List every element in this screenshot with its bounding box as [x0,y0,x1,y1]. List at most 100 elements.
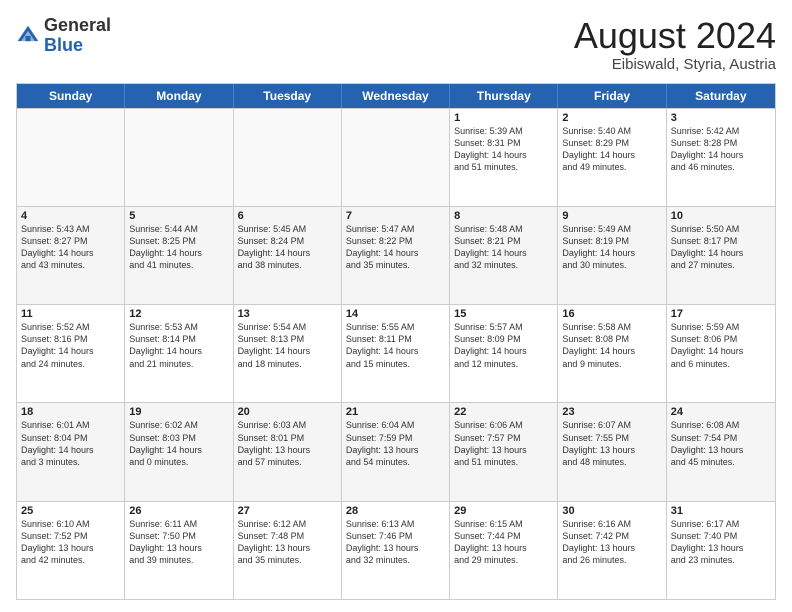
day-cell-5: 5Sunrise: 5:44 AM Sunset: 8:25 PM Daylig… [125,207,233,304]
day-cell-27: 27Sunrise: 6:12 AM Sunset: 7:48 PM Dayli… [234,502,342,599]
day-cell-28: 28Sunrise: 6:13 AM Sunset: 7:46 PM Dayli… [342,502,450,599]
day-cell-14: 14Sunrise: 5:55 AM Sunset: 8:11 PM Dayli… [342,305,450,402]
header-day-wednesday: Wednesday [342,84,450,108]
day-number: 12 [129,308,228,320]
day-number: 9 [562,210,661,222]
day-number: 25 [21,505,120,517]
day-number: 7 [346,210,445,222]
location: Eibiswald, Styria, Austria [574,56,776,73]
day-cell-25: 25Sunrise: 6:10 AM Sunset: 7:52 PM Dayli… [17,502,125,599]
day-number: 30 [562,505,661,517]
day-cell-13: 13Sunrise: 5:54 AM Sunset: 8:13 PM Dayli… [234,305,342,402]
cal-week-5: 25Sunrise: 6:10 AM Sunset: 7:52 PM Dayli… [17,501,775,599]
day-number: 16 [562,308,661,320]
day-cell-4: 4Sunrise: 5:43 AM Sunset: 8:27 PM Daylig… [17,207,125,304]
day-info: Sunrise: 5:47 AM Sunset: 8:22 PM Dayligh… [346,223,445,272]
day-number: 23 [562,406,661,418]
day-cell-29: 29Sunrise: 6:15 AM Sunset: 7:44 PM Dayli… [450,502,558,599]
day-number: 2 [562,112,661,124]
day-info: Sunrise: 6:15 AM Sunset: 7:44 PM Dayligh… [454,518,553,567]
day-cell-16: 16Sunrise: 5:58 AM Sunset: 8:08 PM Dayli… [558,305,666,402]
month-year: August 2024 [574,16,776,56]
day-info: Sunrise: 5:50 AM Sunset: 8:17 PM Dayligh… [671,223,771,272]
day-number: 21 [346,406,445,418]
day-info: Sunrise: 5:49 AM Sunset: 8:19 PM Dayligh… [562,223,661,272]
day-number: 4 [21,210,120,222]
empty-cell [17,109,125,206]
calendar: SundayMondayTuesdayWednesdayThursdayFrid… [16,83,776,600]
day-info: Sunrise: 5:52 AM Sunset: 8:16 PM Dayligh… [21,321,120,370]
day-cell-11: 11Sunrise: 5:52 AM Sunset: 8:16 PM Dayli… [17,305,125,402]
logo-general-text: General [44,15,111,35]
page: General Blue August 2024 Eibiswald, Styr… [0,0,792,612]
day-number: 8 [454,210,553,222]
day-info: Sunrise: 6:07 AM Sunset: 7:55 PM Dayligh… [562,419,661,468]
day-number: 11 [21,308,120,320]
day-number: 19 [129,406,228,418]
day-info: Sunrise: 5:48 AM Sunset: 8:21 PM Dayligh… [454,223,553,272]
day-info: Sunrise: 5:43 AM Sunset: 8:27 PM Dayligh… [21,223,120,272]
cal-week-3: 11Sunrise: 5:52 AM Sunset: 8:16 PM Dayli… [17,304,775,402]
day-info: Sunrise: 5:39 AM Sunset: 8:31 PM Dayligh… [454,125,553,174]
day-info: Sunrise: 6:08 AM Sunset: 7:54 PM Dayligh… [671,419,771,468]
cal-week-1: 1Sunrise: 5:39 AM Sunset: 8:31 PM Daylig… [17,108,775,206]
day-cell-22: 22Sunrise: 6:06 AM Sunset: 7:57 PM Dayli… [450,403,558,500]
day-info: Sunrise: 6:10 AM Sunset: 7:52 PM Dayligh… [21,518,120,567]
header-day-thursday: Thursday [450,84,558,108]
day-info: Sunrise: 5:58 AM Sunset: 8:08 PM Dayligh… [562,321,661,370]
day-info: Sunrise: 5:55 AM Sunset: 8:11 PM Dayligh… [346,321,445,370]
day-cell-30: 30Sunrise: 6:16 AM Sunset: 7:42 PM Dayli… [558,502,666,599]
day-cell-12: 12Sunrise: 5:53 AM Sunset: 8:14 PM Dayli… [125,305,233,402]
day-cell-1: 1Sunrise: 5:39 AM Sunset: 8:31 PM Daylig… [450,109,558,206]
day-number: 15 [454,308,553,320]
day-number: 27 [238,505,337,517]
day-cell-6: 6Sunrise: 5:45 AM Sunset: 8:24 PM Daylig… [234,207,342,304]
day-cell-23: 23Sunrise: 6:07 AM Sunset: 7:55 PM Dayli… [558,403,666,500]
header-day-saturday: Saturday [667,84,775,108]
day-cell-3: 3Sunrise: 5:42 AM Sunset: 8:28 PM Daylig… [667,109,775,206]
day-number: 22 [454,406,553,418]
day-cell-8: 8Sunrise: 5:48 AM Sunset: 8:21 PM Daylig… [450,207,558,304]
day-cell-21: 21Sunrise: 6:04 AM Sunset: 7:59 PM Dayli… [342,403,450,500]
cal-week-2: 4Sunrise: 5:43 AM Sunset: 8:27 PM Daylig… [17,206,775,304]
title-block: August 2024 Eibiswald, Styria, Austria [574,16,776,73]
day-cell-7: 7Sunrise: 5:47 AM Sunset: 8:22 PM Daylig… [342,207,450,304]
day-number: 29 [454,505,553,517]
day-cell-15: 15Sunrise: 5:57 AM Sunset: 8:09 PM Dayli… [450,305,558,402]
day-info: Sunrise: 6:06 AM Sunset: 7:57 PM Dayligh… [454,419,553,468]
calendar-body: 1Sunrise: 5:39 AM Sunset: 8:31 PM Daylig… [17,108,775,599]
day-cell-24: 24Sunrise: 6:08 AM Sunset: 7:54 PM Dayli… [667,403,775,500]
day-info: Sunrise: 6:12 AM Sunset: 7:48 PM Dayligh… [238,518,337,567]
day-info: Sunrise: 5:59 AM Sunset: 8:06 PM Dayligh… [671,321,771,370]
day-cell-17: 17Sunrise: 5:59 AM Sunset: 8:06 PM Dayli… [667,305,775,402]
day-info: Sunrise: 6:17 AM Sunset: 7:40 PM Dayligh… [671,518,771,567]
day-info: Sunrise: 5:44 AM Sunset: 8:25 PM Dayligh… [129,223,228,272]
day-info: Sunrise: 6:01 AM Sunset: 8:04 PM Dayligh… [21,419,120,468]
day-number: 1 [454,112,553,124]
day-info: Sunrise: 6:03 AM Sunset: 8:01 PM Dayligh… [238,419,337,468]
day-cell-31: 31Sunrise: 6:17 AM Sunset: 7:40 PM Dayli… [667,502,775,599]
day-cell-20: 20Sunrise: 6:03 AM Sunset: 8:01 PM Dayli… [234,403,342,500]
cal-week-4: 18Sunrise: 6:01 AM Sunset: 8:04 PM Dayli… [17,402,775,500]
day-number: 26 [129,505,228,517]
header-day-sunday: Sunday [17,84,125,108]
day-number: 31 [671,505,771,517]
logo-icon [16,24,40,48]
day-cell-19: 19Sunrise: 6:02 AM Sunset: 8:03 PM Dayli… [125,403,233,500]
header-day-friday: Friday [558,84,666,108]
header-day-monday: Monday [125,84,233,108]
day-number: 3 [671,112,771,124]
day-number: 24 [671,406,771,418]
day-info: Sunrise: 5:53 AM Sunset: 8:14 PM Dayligh… [129,321,228,370]
day-info: Sunrise: 5:57 AM Sunset: 8:09 PM Dayligh… [454,321,553,370]
day-cell-2: 2Sunrise: 5:40 AM Sunset: 8:29 PM Daylig… [558,109,666,206]
day-number: 14 [346,308,445,320]
day-number: 28 [346,505,445,517]
logo-text: General Blue [44,16,111,56]
header: General Blue August 2024 Eibiswald, Styr… [16,16,776,73]
day-number: 20 [238,406,337,418]
day-info: Sunrise: 6:04 AM Sunset: 7:59 PM Dayligh… [346,419,445,468]
day-number: 10 [671,210,771,222]
header-day-tuesday: Tuesday [234,84,342,108]
day-info: Sunrise: 6:02 AM Sunset: 8:03 PM Dayligh… [129,419,228,468]
